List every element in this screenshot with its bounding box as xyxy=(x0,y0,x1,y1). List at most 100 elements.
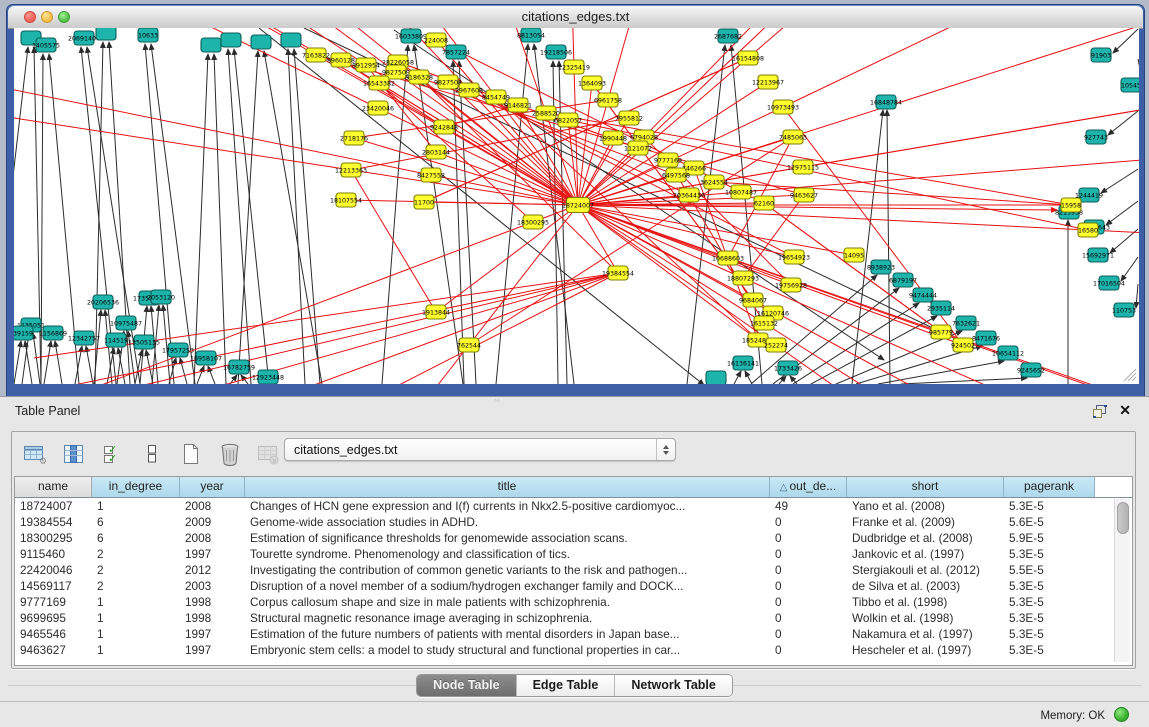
graph-node-teal[interactable]: 15692971 xyxy=(1082,248,1114,262)
graph-node-yellow[interactable]: 6961758 xyxy=(594,93,622,107)
graph-node-teal[interactable] xyxy=(201,38,221,52)
graph-node-yellow[interactable]: 985779 xyxy=(929,325,953,339)
column-header-short[interactable]: short xyxy=(847,477,1004,497)
graph-node-yellow[interactable]: 12325419 xyxy=(558,60,590,74)
graph-node-yellow[interactable]: 16580 xyxy=(1078,223,1098,237)
graph-node-yellow[interactable]: 11700 xyxy=(414,195,434,209)
table-row[interactable]: 1938455462009Genome-wide association stu… xyxy=(15,514,1132,530)
table-row[interactable]: 2242004622012Investigating the contribut… xyxy=(15,562,1132,578)
graph-node-teal[interactable]: 114519 xyxy=(104,333,128,347)
column-header-in_degree[interactable]: in_degree xyxy=(92,477,180,497)
graph-node-yellow[interactable]: 8960128 xyxy=(327,53,355,67)
graph-node-teal[interactable]: 8471676 xyxy=(972,331,1000,345)
graph-node-yellow[interactable]: 2718176 xyxy=(340,131,368,145)
graph-node-teal[interactable]: 12923448 xyxy=(252,370,284,384)
graph-node-yellow[interactable]: 1121072 xyxy=(624,141,652,155)
table-row[interactable]: 1830029562008Estimation of significance … xyxy=(15,530,1132,546)
graph-node-yellow[interactable]: 1615132 xyxy=(750,316,778,330)
select-columns-icon[interactable] xyxy=(59,440,89,468)
graph-node-yellow[interactable]: 7955812 xyxy=(615,111,643,125)
graph-node-yellow[interactable]: 14095 xyxy=(844,248,864,262)
window-titlebar[interactable]: citations_edges.txt xyxy=(8,6,1143,29)
graph-node-yellow[interactable]: 7163822 xyxy=(302,48,330,62)
table-row[interactable]: 969969511998Structural magnetic resonanc… xyxy=(15,610,1132,626)
graph-node-teal[interactable] xyxy=(96,28,116,40)
graph-node-teal[interactable]: 19218506 xyxy=(540,45,572,59)
graph-node-yellow[interactable]: 3624554 xyxy=(700,175,728,189)
graph-node-teal[interactable]: 1733426 xyxy=(774,361,802,375)
table-row[interactable]: 911546021997Tourette syndrome. Phenomeno… xyxy=(15,546,1132,562)
graph-node-yellow[interactable]: 62160 xyxy=(754,196,774,210)
graph-node-teal[interactable]: 110753 xyxy=(1112,303,1136,317)
graph-node-teal[interactable]: 1156869 xyxy=(39,326,67,340)
graph-node-yellow[interactable]: 7485063 xyxy=(779,130,807,144)
table-settings-icon[interactable]: ⚙ xyxy=(20,440,50,468)
network-graph-canvas[interactable]: 1405575206914061063316033809785722488130… xyxy=(14,28,1139,384)
graph-node-yellow[interactable]: 18300295 xyxy=(517,215,549,229)
graph-node-hub[interactable]: 18724007 xyxy=(562,198,594,213)
scrollbar-thumb[interactable] xyxy=(1117,502,1129,534)
graph-node-yellow[interactable]: 6822057 xyxy=(554,113,582,127)
close-panel-icon[interactable]: ✕ xyxy=(1119,402,1131,419)
tab-edge-table[interactable]: Edge Table xyxy=(517,675,616,696)
graph-node-teal[interactable]: 2053120 xyxy=(147,290,175,304)
graph-node-teal[interactable] xyxy=(281,33,301,47)
graph-node-yellow[interactable]: 6497568 xyxy=(662,168,690,182)
graph-node-yellow[interactable]: 9684067 xyxy=(739,293,767,307)
graph-node-yellow[interactable]: 19384554 xyxy=(602,266,634,280)
graph-node-teal[interactable]: 12342757 xyxy=(68,331,100,345)
graph-node-yellow[interactable]: 1913844 xyxy=(422,305,450,319)
graph-node-teal[interactable]: 10975487 xyxy=(110,316,142,330)
table-row[interactable]: 946554611997Estimation of the future num… xyxy=(15,626,1132,642)
graph-node-yellow[interactable]: 1990448 xyxy=(599,131,627,145)
float-panel-icon[interactable] xyxy=(1093,405,1107,418)
graph-node-yellow[interactable]: 15958 xyxy=(1061,198,1081,212)
graph-node-teal[interactable]: 6879197 xyxy=(889,273,917,287)
graph-node-yellow[interactable]: 8427552 xyxy=(417,168,445,182)
tab-node-table[interactable]: Node Table xyxy=(417,675,516,696)
graph-node-yellow[interactable]: 252274 xyxy=(764,338,788,352)
tab-network-table[interactable]: Network Table xyxy=(615,675,732,696)
graph-node-teal[interactable]: 10633 xyxy=(138,28,158,42)
graph-node-teal[interactable]: 20206536 xyxy=(87,295,119,309)
graph-node-teal[interactable]: 8813054 xyxy=(517,28,545,42)
graph-node-yellow[interactable]: 2803144 xyxy=(422,145,450,159)
graph-node-yellow[interactable]: 1364093 xyxy=(578,76,606,90)
graph-node-yellow[interactable]: 19654923 xyxy=(778,250,810,264)
column-header-year[interactable]: year xyxy=(180,477,245,497)
merge-rows-icon[interactable] xyxy=(137,440,167,468)
column-header-out_de[interactable]: △out_de... xyxy=(770,477,847,497)
table-selector-dropdown[interactable]: citations_edges.txt xyxy=(284,438,676,461)
graph-node-yellow[interactable]: 12213363 xyxy=(335,163,367,177)
column-header-name[interactable]: name xyxy=(15,477,92,497)
memory-status-indicator-icon[interactable] xyxy=(1114,707,1129,722)
graph-node-teal[interactable]: 9474444 xyxy=(909,288,937,302)
graph-node-teal[interactable]: 7857224 xyxy=(442,45,470,59)
splitter-grip[interactable]: ◦◦ xyxy=(494,399,506,405)
table-row[interactable]: 946362711997Embryonic stem cells: a mode… xyxy=(15,642,1132,658)
graph-node-teal[interactable] xyxy=(221,33,241,47)
graph-node-yellow[interactable]: 8912954 xyxy=(352,58,380,72)
graph-node-teal[interactable]: 8938923 xyxy=(867,260,895,274)
graph-node-teal[interactable]: 91903 xyxy=(1091,48,1111,62)
graph-node-yellow[interactable]: 224008 xyxy=(424,33,448,47)
table-row[interactable]: 1456911722003Disruption of a novel membe… xyxy=(15,578,1132,594)
window-resize-grip[interactable] xyxy=(1121,366,1137,382)
graph-node-teal[interactable]: 2687682 xyxy=(714,29,742,43)
graph-node-yellow[interactable]: 2967608 xyxy=(455,83,483,97)
column-header-title[interactable]: title xyxy=(245,477,770,497)
graph-node-yellow[interactable]: 12213967 xyxy=(752,75,784,89)
new-table-icon[interactable] xyxy=(176,440,206,468)
table-vertical-scrollbar[interactable] xyxy=(1114,499,1130,662)
graph-node-yellow[interactable]: 8186328 xyxy=(405,70,433,84)
graph-node-teal[interactable]: 16136141 xyxy=(727,356,759,370)
graph-node-teal[interactable]: 2935114 xyxy=(927,301,955,315)
graph-node-yellow[interactable]: 9242848 xyxy=(430,120,458,134)
column-header-pagerank[interactable]: pagerank xyxy=(1004,477,1095,497)
graph-node-yellow[interactable]: 9146821 xyxy=(504,98,532,112)
graph-node-teal[interactable]: 10545 xyxy=(1121,78,1139,92)
graph-node-yellow[interactable]: 924502 xyxy=(951,338,975,352)
graph-node-teal[interactable]: 927743 xyxy=(1084,130,1108,144)
graph-node-yellow[interactable]: 762544 xyxy=(457,338,481,352)
graph-node-teal[interactable]: 39159 xyxy=(14,326,33,340)
